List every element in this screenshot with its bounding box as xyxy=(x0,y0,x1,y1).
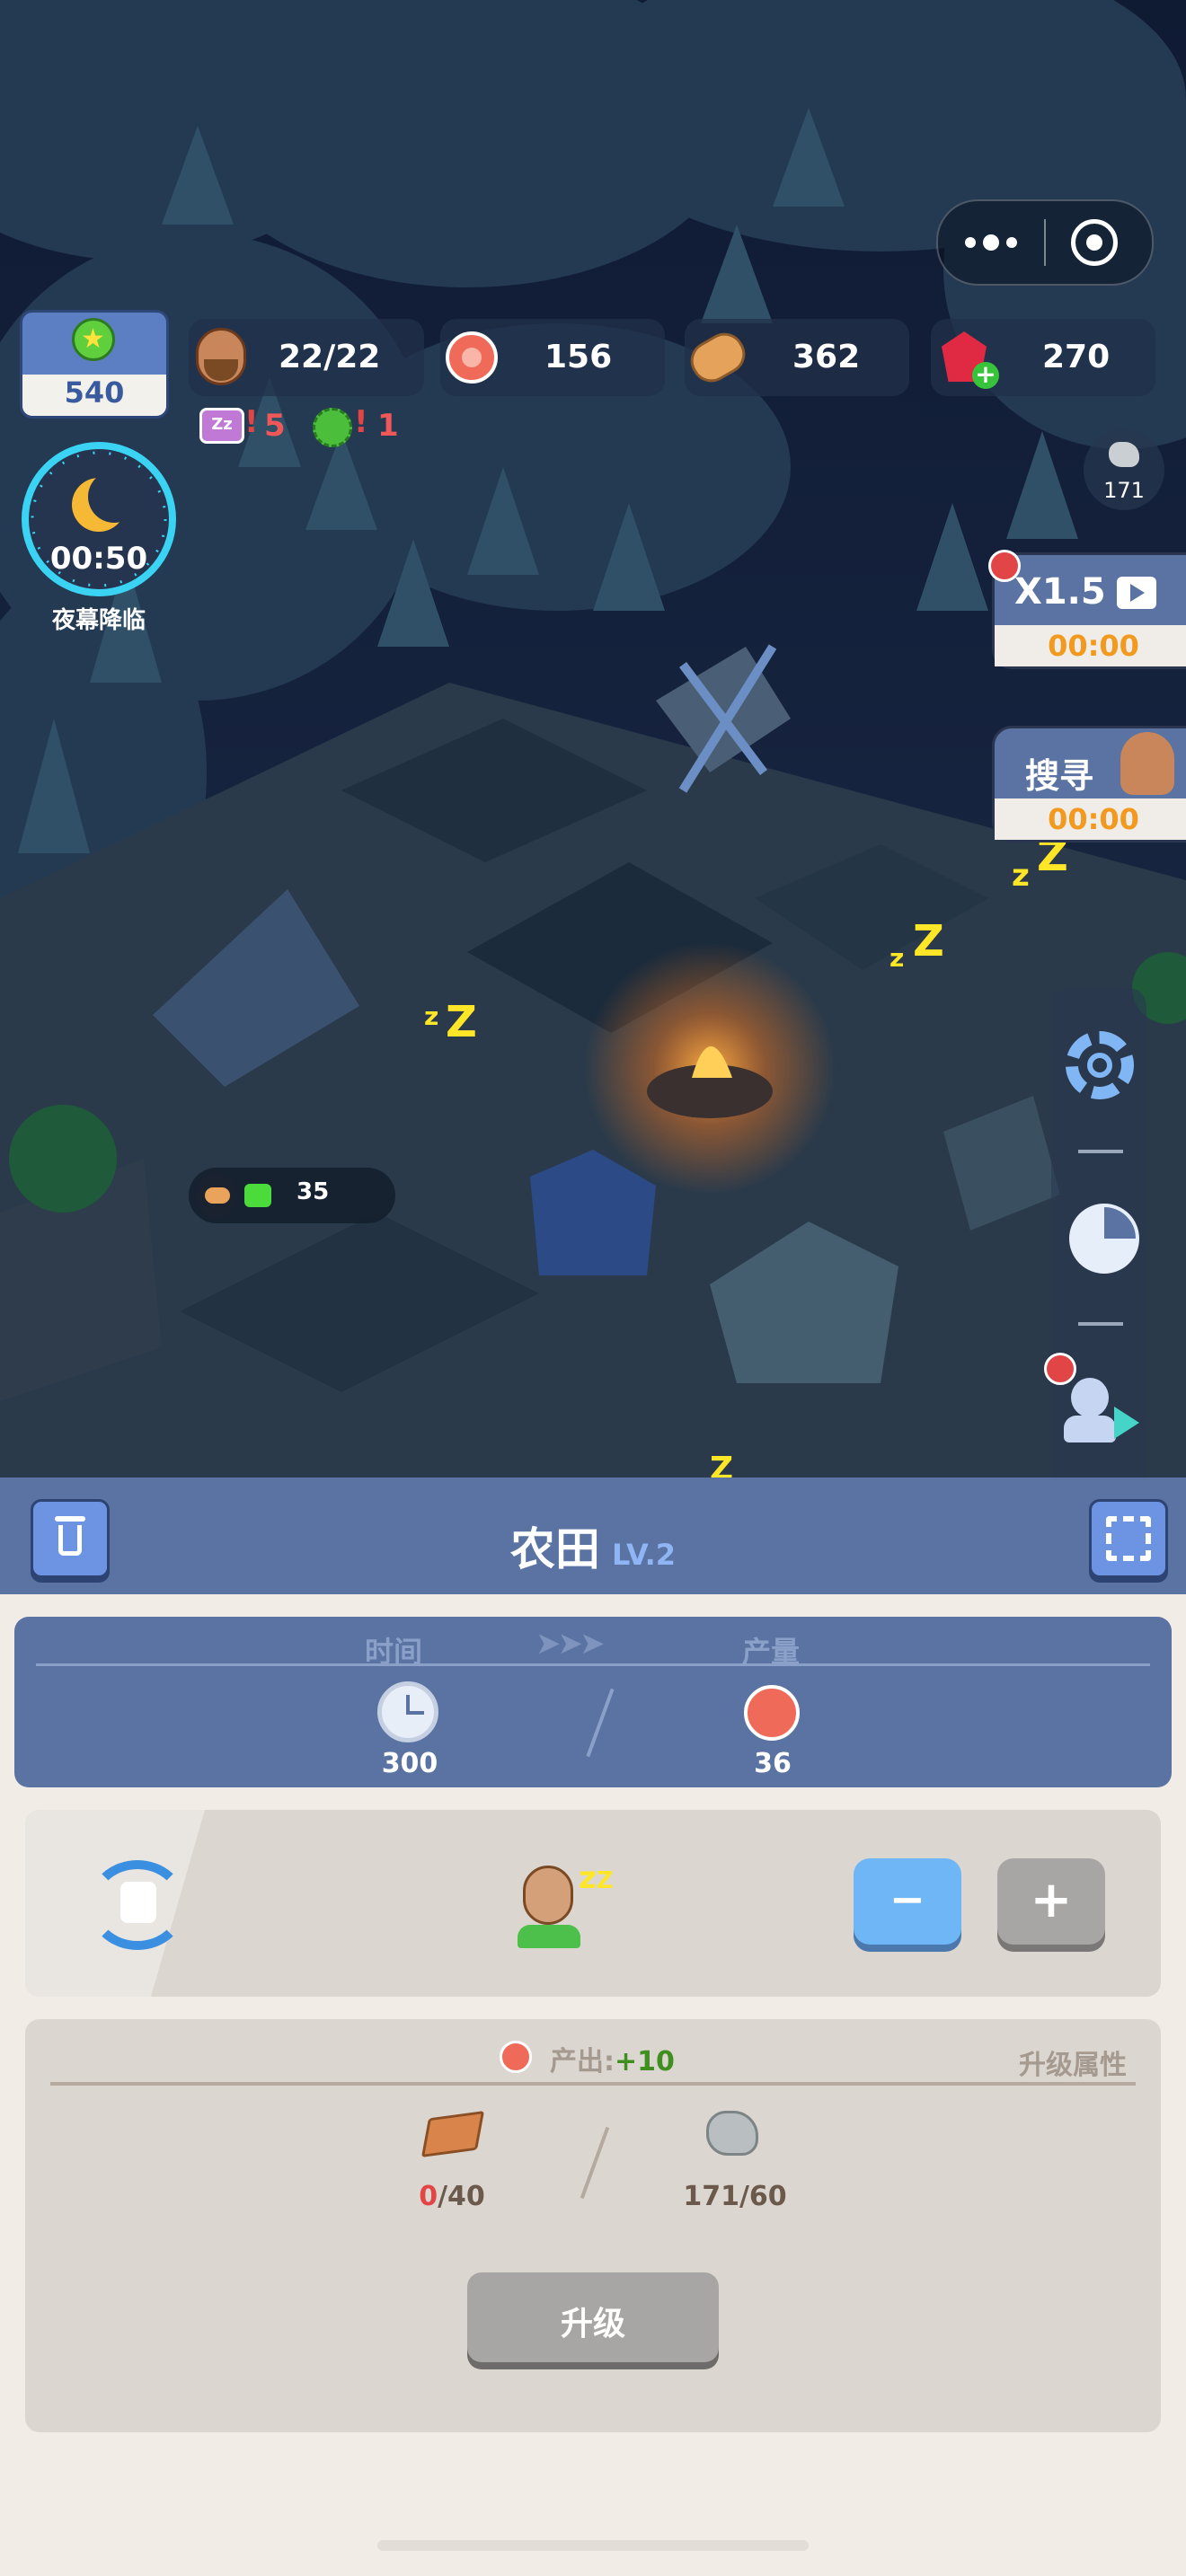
log-icon xyxy=(683,325,753,390)
meat-small-icon xyxy=(500,2041,532,2073)
wood-need: /40 xyxy=(438,2181,485,2212)
sleep-status[interactable]: Zz ! 5 xyxy=(199,404,298,449)
stats-pie-icon[interactable] xyxy=(1069,1204,1139,1274)
stone-icon xyxy=(1109,442,1139,467)
sleep-z-2: Z xyxy=(446,997,477,1047)
upgrade-button[interactable]: 升级 xyxy=(467,2272,719,2362)
speed-boost-button[interactable]: X1.5 00:00 xyxy=(992,552,1186,669)
close-target-icon[interactable] xyxy=(1071,219,1118,266)
search-timer: 00:00 xyxy=(1048,802,1139,836)
output-bonus-label: 产出: xyxy=(550,2046,615,2078)
output-bonus-row: 产出:+10 xyxy=(550,2039,675,2078)
boost-notify-dot xyxy=(988,550,1021,582)
panel-header: 农田 LV.2 xyxy=(0,1478,1186,1594)
worker-card: zZ − + xyxy=(25,1810,1161,1997)
meat-icon xyxy=(446,331,498,384)
wood-requirement: 0/40 xyxy=(385,2181,519,2212)
upgrade-attr-label: 升级属性 xyxy=(1019,2050,1127,2081)
wood-chip[interactable]: 362 xyxy=(683,319,909,396)
upgrade-button-label: 升级 xyxy=(560,2306,625,2342)
building-title: 农田 LV.2 xyxy=(0,1513,1186,1578)
sleep-count: 5 xyxy=(264,408,286,444)
sick-status[interactable]: ! 1 xyxy=(311,404,410,449)
building-name: 农田 xyxy=(509,1523,600,1575)
sleep-z-4: Z xyxy=(913,916,944,966)
divider xyxy=(1078,1150,1123,1153)
sleep-z-3: z xyxy=(890,943,905,973)
assign-worker-icon[interactable] xyxy=(1064,1374,1145,1446)
star-medal-icon: ★ xyxy=(72,318,115,361)
assign-notify-dot xyxy=(1044,1353,1076,1385)
search-button[interactable]: 搜寻 00:00 xyxy=(992,726,1186,842)
output-bonus-value: +10 xyxy=(615,2046,675,2078)
expand-icon xyxy=(1106,1516,1151,1561)
sleep-z-5: z xyxy=(1012,858,1030,894)
time-value: 300 xyxy=(381,1748,438,1779)
meat-value: 156 xyxy=(544,339,613,375)
stone-counter[interactable]: 171 xyxy=(1084,429,1164,510)
worker-count: 35 xyxy=(296,1178,330,1205)
video-icon xyxy=(1117,577,1156,609)
stone-requirement: 171/60 xyxy=(683,2181,787,2212)
night-timer-value: 00:50 xyxy=(49,541,148,577)
swap-worker-icon[interactable] xyxy=(88,1860,187,1950)
worker-plus-button[interactable]: + xyxy=(997,1858,1105,1945)
virus-icon xyxy=(313,408,352,447)
clock-icon xyxy=(377,1681,438,1742)
wood-value: 362 xyxy=(792,339,861,375)
production-card: 时间 ➤➤➤ 产量 300 36 xyxy=(14,1617,1172,1787)
sleep-z-7: Z xyxy=(710,1451,734,1478)
minus-label: − xyxy=(889,1875,926,1925)
sleep-z-1: z xyxy=(424,1001,439,1031)
population-value: 22/22 xyxy=(279,339,381,375)
more-dots-icon[interactable] xyxy=(956,217,1026,268)
plank-icon xyxy=(420,2111,485,2157)
gem-value: 270 xyxy=(1042,339,1111,375)
building-level: LV.2 xyxy=(612,1538,677,1572)
rank-value: 540 xyxy=(64,375,125,410)
caveman-face-icon xyxy=(196,328,246,385)
night-timer[interactable]: 00:50 夜幕降临 xyxy=(20,440,178,638)
worker-progress-tag[interactable]: 35 xyxy=(189,1168,395,1223)
boost-label: X1.5 xyxy=(1014,571,1106,613)
worker-progress-bar xyxy=(244,1184,271,1207)
stone-icon xyxy=(706,2111,758,2156)
output-value: 36 xyxy=(754,1748,792,1779)
sick-alert-icon: ! xyxy=(354,404,368,440)
boost-timer: 00:00 xyxy=(1048,629,1139,663)
worker-minus-button[interactable]: − xyxy=(854,1858,961,1945)
upgrade-card: 产出:+10 升级属性 0/40 171/60 升级 xyxy=(25,2019,1161,2432)
sleep-alert-icon: ! xyxy=(244,404,259,440)
sleeping-worker-icon: zZ xyxy=(512,1860,620,1959)
sleep-icon: Zz xyxy=(199,408,244,444)
population-chip[interactable]: 22/22 xyxy=(189,319,424,396)
gem-chip[interactable]: + 270 xyxy=(931,319,1155,396)
night-label: 夜幕降临 xyxy=(51,607,146,634)
meat-icon xyxy=(744,1685,800,1741)
wood-icon xyxy=(196,1175,237,1216)
stone-count: 171 xyxy=(1103,478,1145,503)
add-gem-icon[interactable]: + xyxy=(972,362,999,389)
expand-button[interactable] xyxy=(1089,1499,1168,1578)
settings-gear-icon[interactable] xyxy=(1066,1031,1134,1099)
home-indicator xyxy=(377,2540,809,2551)
caveman-torch-icon xyxy=(1120,732,1174,795)
plus-label: + xyxy=(1030,1871,1073,1929)
wood-have: 0 xyxy=(419,2181,438,2212)
capsule-menu xyxy=(936,199,1154,286)
search-label: 搜寻 xyxy=(1025,756,1094,796)
sick-count: 1 xyxy=(377,408,399,444)
meat-chip[interactable]: 156 xyxy=(440,319,665,396)
game-scene[interactable]: z Z z Z z Z Z 35 ★ 540 22/22 156 362 + 2… xyxy=(0,0,1186,1478)
divider xyxy=(1078,1322,1123,1326)
rank-badge[interactable]: ★ 540 xyxy=(20,310,169,419)
arrows-icon: ➤➤➤ xyxy=(535,1626,605,1662)
